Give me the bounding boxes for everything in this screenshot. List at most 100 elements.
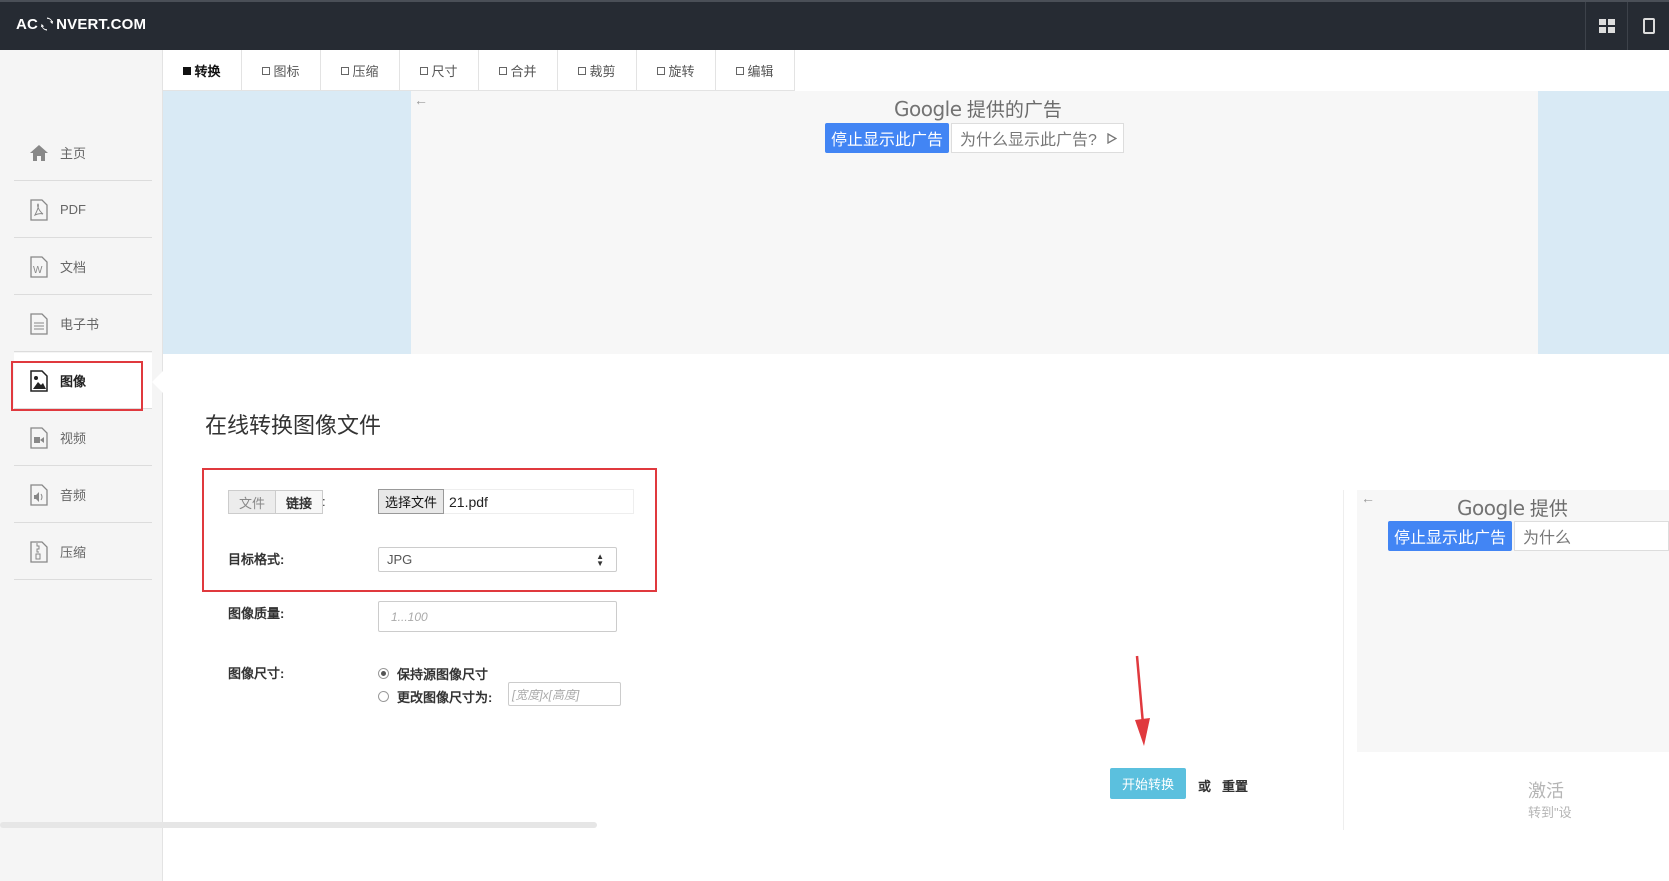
- tab-rotate[interactable]: 旋转: [637, 50, 716, 91]
- ad-provided-text: 提供的广告: [966, 100, 1062, 121]
- logo-text-post: NVERT.COM: [56, 16, 147, 33]
- sidebar-item-label: 文档: [60, 260, 87, 275]
- tab-resize[interactable]: 尺寸: [400, 50, 479, 91]
- ad-provided-by: Google 提供的广告: [894, 95, 1062, 122]
- svg-text:W: W: [33, 265, 43, 276]
- tab-label: 图标: [273, 64, 300, 79]
- checkbox-icon: [736, 66, 745, 75]
- quality-label: 图像质量:: [228, 606, 285, 621]
- pdf-icon: [28, 198, 50, 221]
- grid-icon[interactable]: [1585, 2, 1627, 50]
- sidebar-item-ebook[interactable]: 电子书: [14, 296, 152, 352]
- annotation-highlight-form: [202, 468, 657, 592]
- sidebar-item-archive[interactable]: 压缩: [14, 524, 152, 580]
- checkbox-icon: [657, 66, 666, 75]
- ad-back-arrow-icon[interactable]: ←: [414, 92, 428, 108]
- tab-crop[interactable]: 裁剪: [558, 50, 637, 91]
- or-text: 或: [1198, 779, 1212, 794]
- size-change-option[interactable]: 更改图像尺寸为:: [378, 687, 492, 706]
- sidebar-item-label: 音频: [60, 488, 87, 503]
- google-logo: Google: [1457, 496, 1525, 520]
- select-arrows-icon: ▲ ▼: [596, 552, 604, 568]
- start-conversion-button[interactable]: 开始转换: [1110, 768, 1186, 799]
- sidebar-item-label: 压缩: [60, 545, 87, 560]
- size-keep-option[interactable]: 保持源图像尺寸: [378, 664, 488, 683]
- ad-banner-left: [163, 91, 411, 354]
- tab-icon[interactable]: 图标: [242, 50, 321, 91]
- sidebar-item-pdf[interactable]: PDF: [14, 182, 152, 238]
- horizontal-scrollbar[interactable]: [0, 822, 597, 828]
- choose-file-button[interactable]: 选择文件: [378, 489, 445, 514]
- tab-label: 转换: [194, 64, 221, 79]
- annotation-arrow-icon: [1135, 655, 1150, 746]
- site-logo[interactable]: AC NVERT.COM: [16, 16, 146, 33]
- tab-compress[interactable]: 压缩: [321, 50, 400, 91]
- checkbox-icon: [420, 66, 429, 75]
- ad-why-label: 为什么显示此广告?: [960, 132, 1097, 149]
- activation-watermark: 激活: [1528, 781, 1564, 801]
- sidebar-item-video[interactable]: 视频: [14, 410, 152, 466]
- ebook-icon: [28, 312, 50, 335]
- page-title: 在线转换图像文件: [205, 413, 382, 438]
- sidebar-item-label: PDF: [60, 202, 86, 217]
- ad-provided-text: 提供: [1529, 499, 1568, 520]
- tab-merge[interactable]: 合并: [479, 50, 558, 91]
- target-format-select[interactable]: JPG ▲ ▼: [378, 547, 617, 572]
- radio-selected-icon[interactable]: [378, 668, 389, 679]
- source-colon: :: [322, 494, 326, 509]
- sidebar-item-home[interactable]: 主页: [14, 125, 152, 181]
- tab-label: 裁剪: [589, 64, 616, 79]
- reset-link[interactable]: 重置: [1222, 776, 1248, 795]
- sidebar-item-document[interactable]: W 文档: [14, 239, 152, 295]
- source-file-button[interactable]: 文件: [228, 490, 277, 514]
- ad-why-button[interactable]: 为什么显示此广告?: [951, 123, 1124, 153]
- size-label: 图像尺寸:: [228, 666, 285, 681]
- sidebar: 主页 PDF W 文档 电子书 图像 视频 音频 压缩: [0, 50, 163, 881]
- file-name: 21.pdf: [449, 493, 488, 510]
- tab-edit[interactable]: 编辑: [716, 50, 795, 91]
- tab-label: 压缩: [352, 64, 379, 79]
- tab-label: 尺寸: [431, 64, 458, 79]
- google-logo: Google: [894, 97, 962, 121]
- ad-why-label: 为什么: [1523, 530, 1572, 547]
- source-link-button[interactable]: 链接: [276, 490, 324, 514]
- checkbox-icon: [578, 66, 587, 75]
- annotation-highlight-sidebar: [11, 361, 143, 411]
- ad-provided-by: Google 提供: [1457, 494, 1568, 521]
- size-change-label: 更改图像尺寸为:: [397, 690, 493, 705]
- top-right-icons: [1585, 2, 1669, 50]
- tab-label: 旋转: [668, 64, 695, 79]
- checkbox-icon: [499, 66, 508, 75]
- tab-label: 合并: [510, 64, 537, 79]
- tablet-icon[interactable]: [1627, 2, 1669, 50]
- ad-stop-button[interactable]: 停止显示此广告: [1388, 521, 1512, 551]
- tab-convert[interactable]: 转换: [163, 50, 242, 91]
- target-format-value: JPG: [387, 552, 413, 567]
- ad-why-button[interactable]: 为什么: [1514, 521, 1669, 551]
- sync-icon: [40, 17, 54, 31]
- ad-stop-button[interactable]: 停止显示此广告: [825, 123, 949, 153]
- checkbox-icon: [183, 66, 192, 75]
- top-bar: AC NVERT.COM: [0, 0, 1669, 50]
- tab-bar: 转换 图标 压缩 尺寸 合并 裁剪 旋转 编辑: [163, 50, 795, 91]
- checkbox-icon: [262, 66, 271, 75]
- quality-input[interactable]: 1...100: [378, 601, 617, 632]
- archive-icon: [28, 540, 50, 563]
- source-toggle: 文件 链接: [228, 490, 324, 514]
- target-format-label: 目标格式:: [228, 552, 285, 567]
- audio-icon: [28, 483, 50, 506]
- sidebar-item-label: 电子书: [60, 317, 100, 332]
- logo-text-pre: AC: [16, 16, 39, 33]
- file-input[interactable]: 选择文件 21.pdf: [378, 489, 634, 514]
- sidebar-item-audio[interactable]: 音频: [14, 467, 152, 523]
- size-keep-label: 保持源图像尺寸: [397, 667, 489, 682]
- active-pointer: [152, 370, 164, 394]
- home-icon: [28, 142, 50, 164]
- adchoices-icon: [1107, 132, 1117, 144]
- radio-icon[interactable]: [378, 691, 389, 702]
- size-input[interactable]: [宽度]x[高度]: [508, 682, 621, 706]
- document-icon: W: [28, 255, 50, 278]
- activation-watermark-sub: 转到"设: [1528, 805, 1572, 820]
- ad-back-arrow-icon[interactable]: ←: [1361, 490, 1375, 506]
- tab-label: 编辑: [747, 64, 774, 79]
